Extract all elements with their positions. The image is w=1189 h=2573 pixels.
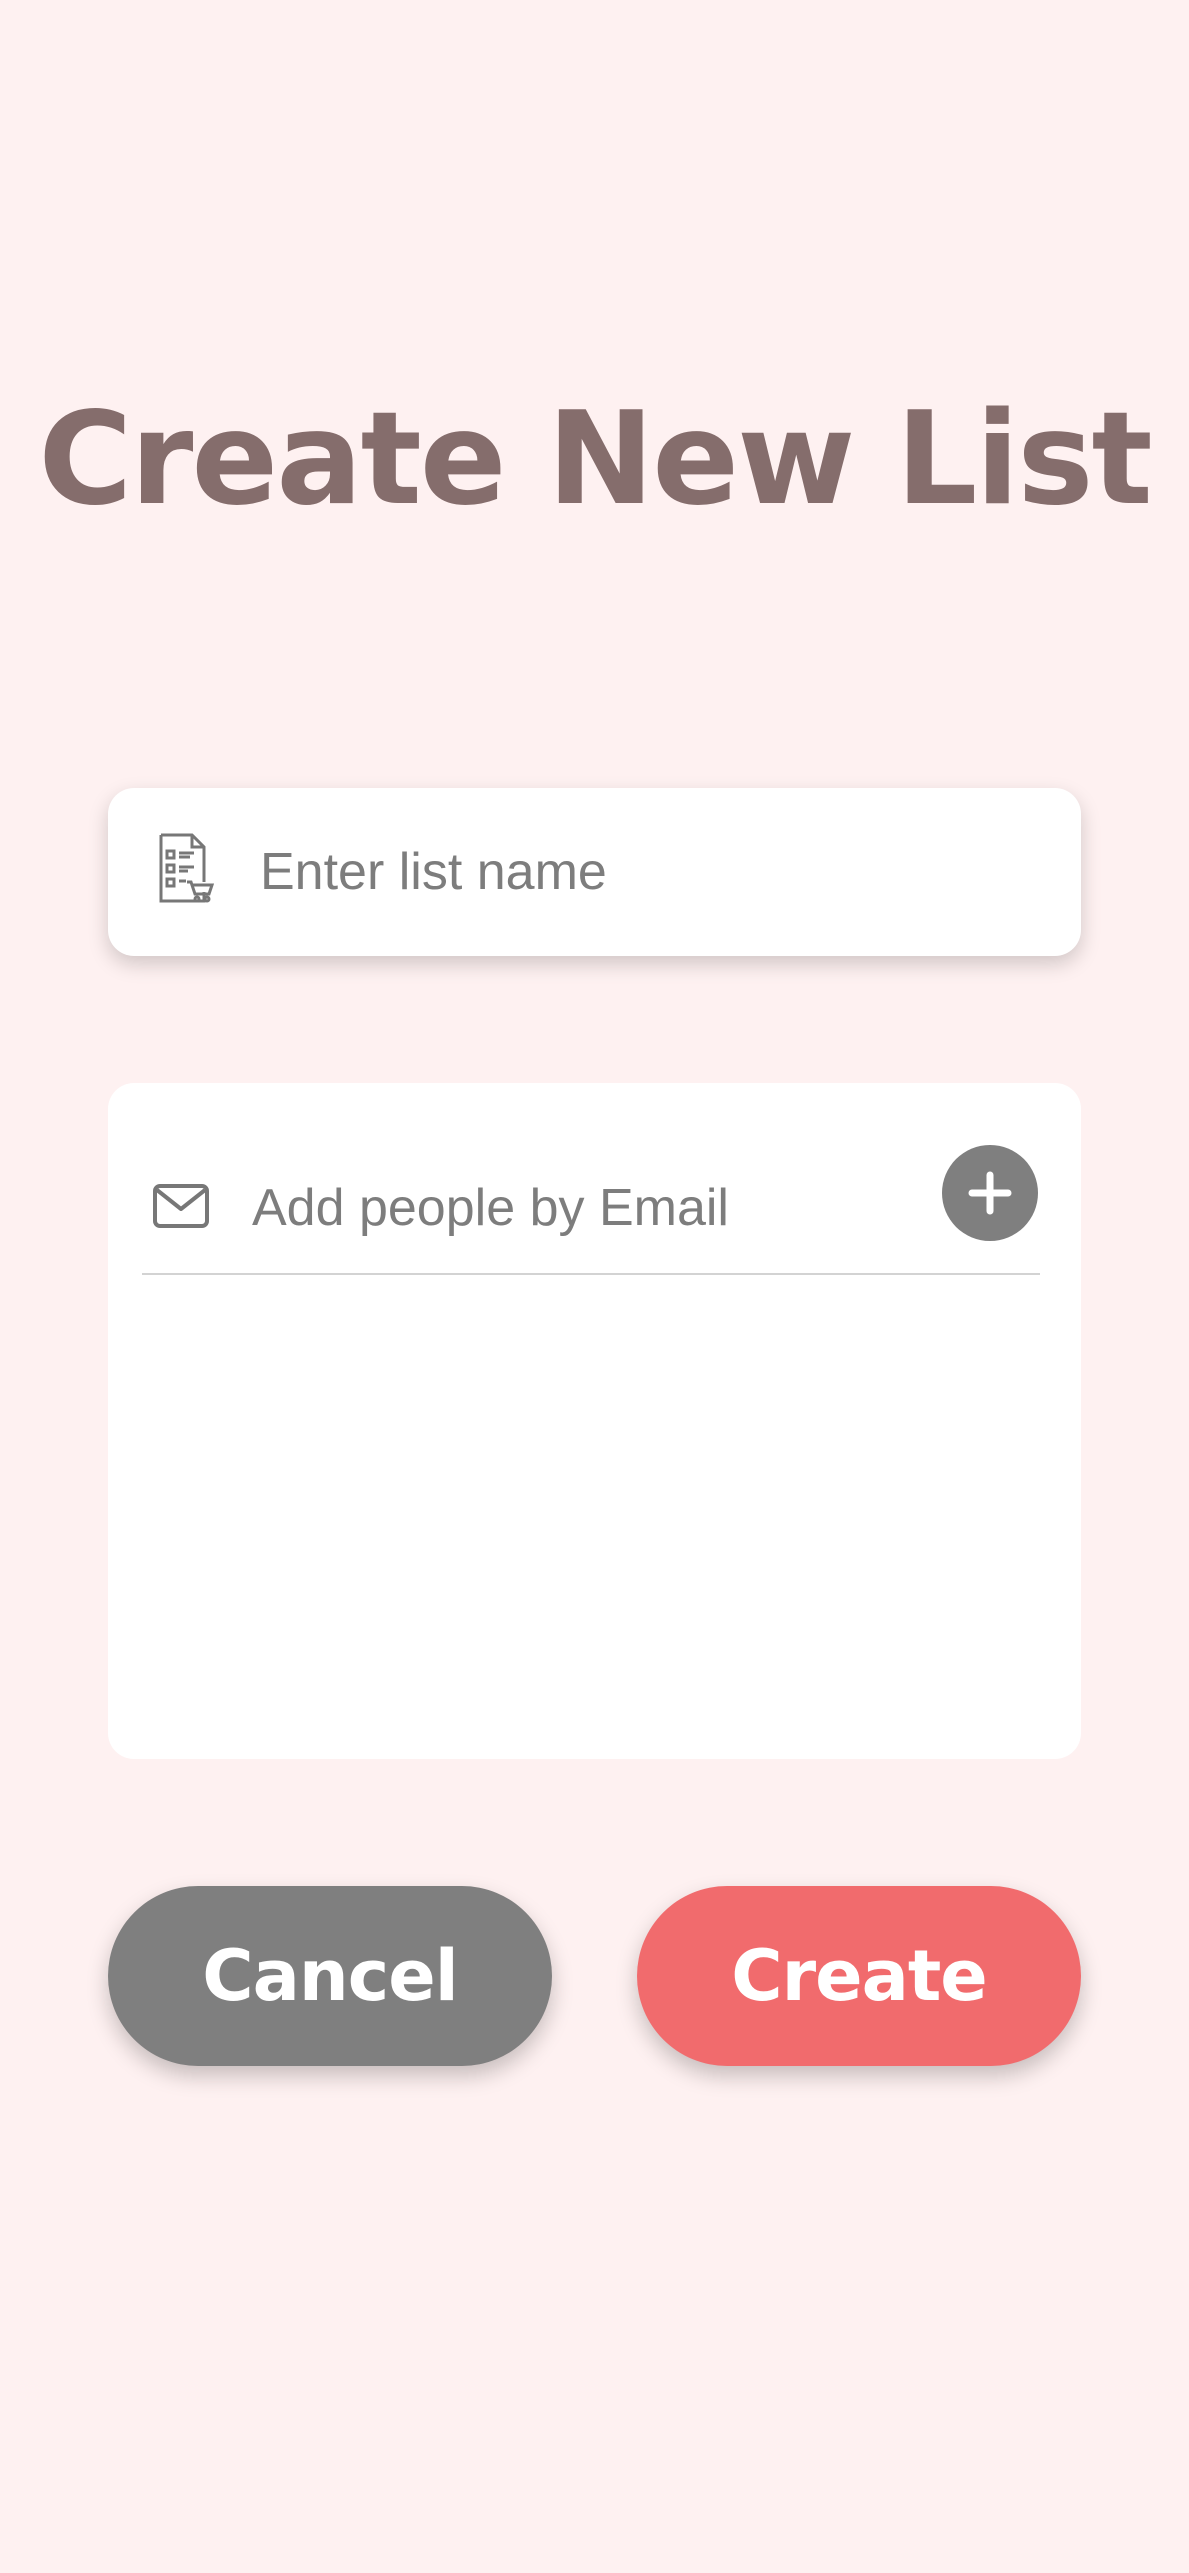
list-name-card bbox=[108, 788, 1081, 956]
shopping-list-icon bbox=[158, 832, 215, 904]
people-list bbox=[108, 1277, 1081, 1757]
email-field-divider bbox=[142, 1273, 1040, 1275]
email-input[interactable] bbox=[252, 1163, 992, 1253]
page-title: Create New List bbox=[38, 385, 1152, 534]
plus-icon bbox=[968, 1171, 1012, 1215]
people-card bbox=[108, 1083, 1081, 1759]
list-name-input[interactable] bbox=[260, 818, 1040, 926]
cancel-button[interactable]: Cancel bbox=[108, 1886, 552, 2066]
mail-icon bbox=[152, 1183, 210, 1229]
create-button[interactable]: Create bbox=[637, 1886, 1081, 2066]
add-person-button[interactable] bbox=[942, 1145, 1038, 1241]
